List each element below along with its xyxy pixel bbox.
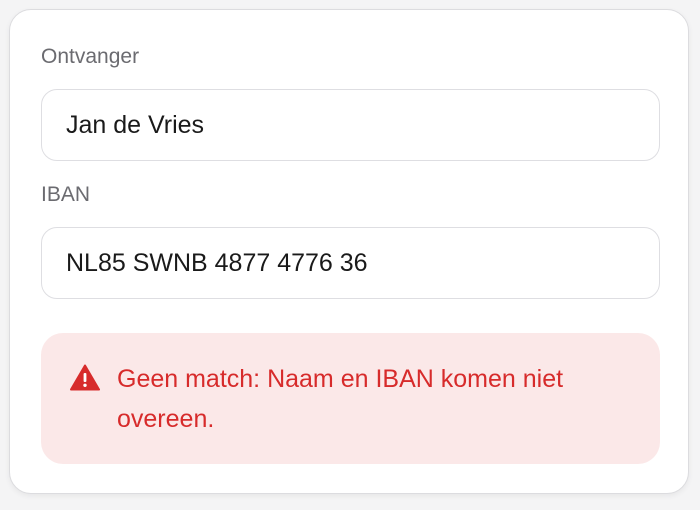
warning-triangle-icon bbox=[70, 364, 100, 391]
iban-input[interactable] bbox=[41, 227, 660, 299]
iban-label: IBAN bbox=[41, 183, 91, 206]
mismatch-alert: Geen match: Naam en IBAN komen niet over… bbox=[41, 333, 660, 464]
alert-message: Geen match: Naam en IBAN komen niet over… bbox=[117, 365, 564, 433]
recipient-label: Ontvanger bbox=[41, 45, 140, 68]
payee-verification-card: Ontvanger IBAN Geen match: Naam en IBAN … bbox=[9, 9, 689, 494]
recipient-input[interactable] bbox=[41, 89, 660, 161]
